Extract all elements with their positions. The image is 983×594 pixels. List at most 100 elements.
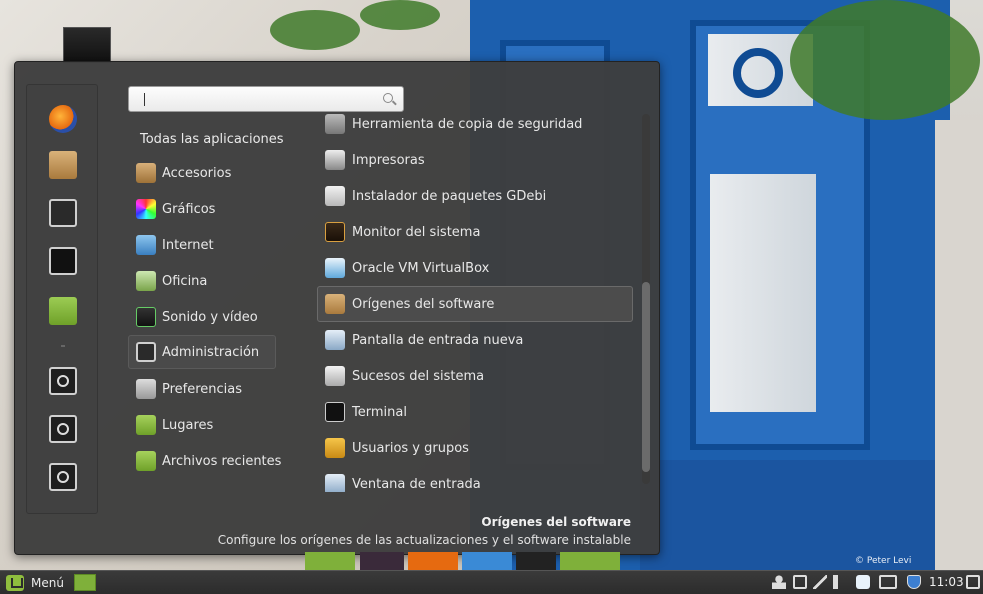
search-input[interactable] bbox=[135, 90, 375, 108]
wallpaper-leaves bbox=[360, 0, 440, 30]
app-list-scrollbar[interactable] bbox=[642, 114, 650, 484]
dropbox-icon[interactable] bbox=[856, 575, 870, 589]
app-label: Ventana de entrada bbox=[352, 476, 481, 492]
category-accessories[interactable]: Accesorios bbox=[128, 156, 276, 190]
graphics-icon bbox=[136, 199, 156, 219]
category-label: Administración bbox=[162, 344, 260, 360]
user-icon[interactable] bbox=[772, 575, 786, 589]
app-label: Pantalla de entrada nueva bbox=[352, 332, 524, 348]
app-users-groups[interactable]: Usuarios y grupos bbox=[317, 430, 633, 466]
category-label: Accesorios bbox=[162, 165, 232, 181]
taskbar-window-thumb[interactable] bbox=[360, 552, 404, 570]
app-label: Instalador de paquetes GDebi bbox=[352, 188, 547, 204]
category-administration[interactable]: Administración bbox=[128, 335, 276, 369]
wallpaper-right-wall bbox=[935, 120, 983, 570]
application-menu: Todas las aplicaciones Accesorios Gráfic… bbox=[14, 61, 660, 555]
category-office[interactable]: Oficina bbox=[128, 264, 276, 298]
software-manager-icon[interactable] bbox=[49, 151, 77, 179]
favorites-separator bbox=[61, 345, 65, 347]
menu-button[interactable]: Menú bbox=[2, 572, 68, 594]
app-label: Orígenes del software bbox=[352, 296, 495, 312]
display-icon[interactable] bbox=[879, 575, 897, 589]
system-monitor-icon bbox=[325, 222, 345, 242]
menu-button-label: Menú bbox=[31, 576, 64, 590]
login-screen-icon bbox=[325, 330, 345, 350]
wallpaper-door-window-bottom bbox=[710, 174, 816, 412]
software-sources-icon bbox=[325, 294, 345, 314]
category-preferences[interactable]: Preferencias bbox=[128, 372, 276, 406]
category-label: Sonido y vídeo bbox=[162, 309, 258, 325]
show-desktop-button[interactable] bbox=[74, 574, 96, 591]
internet-icon bbox=[136, 235, 156, 255]
printer-icon bbox=[325, 150, 345, 170]
system-log-icon bbox=[325, 366, 345, 386]
app-label: Herramienta de copia de seguridad bbox=[352, 116, 583, 132]
logout-icon[interactable] bbox=[49, 415, 77, 443]
taskbar-window-thumb[interactable] bbox=[462, 552, 512, 570]
app-system-log[interactable]: Sucesos del sistema bbox=[317, 358, 633, 394]
app-system-monitor[interactable]: Monitor del sistema bbox=[317, 214, 633, 250]
lock-screen-icon[interactable] bbox=[49, 367, 77, 395]
app-gdebi[interactable]: Instalador de paquetes GDebi bbox=[317, 178, 633, 214]
update-manager-icon[interactable] bbox=[793, 575, 807, 589]
sound-video-icon bbox=[136, 307, 156, 327]
administration-icon bbox=[136, 342, 156, 362]
virtualbox-icon bbox=[325, 258, 345, 278]
folder-icon bbox=[136, 415, 156, 435]
app-new-login-screen[interactable]: Pantalla de entrada nueva bbox=[317, 322, 633, 358]
app-printers[interactable]: Impresoras bbox=[317, 142, 633, 178]
shield-icon[interactable] bbox=[907, 575, 921, 589]
app-terminal[interactable]: Terminal bbox=[317, 394, 633, 430]
category-label: Archivos recientes bbox=[162, 453, 282, 469]
shutdown-icon[interactable] bbox=[49, 463, 77, 491]
app-label: Usuarios y grupos bbox=[352, 440, 469, 456]
terminal-icon[interactable] bbox=[49, 247, 77, 275]
taskbar-window-thumb[interactable] bbox=[560, 552, 620, 570]
firefox-icon[interactable] bbox=[49, 105, 77, 133]
category-graphics[interactable]: Gráficos bbox=[128, 192, 276, 226]
backup-icon bbox=[325, 114, 345, 134]
category-label: Preferencias bbox=[162, 381, 243, 397]
volume-icon[interactable] bbox=[833, 575, 847, 589]
all-applications-category[interactable]: Todas las aplicaciones bbox=[140, 132, 284, 147]
wallpaper-leaves bbox=[790, 0, 980, 120]
category-label: Internet bbox=[162, 237, 214, 253]
mint-logo-icon bbox=[6, 575, 24, 591]
application-list: Herramienta de copia de seguridad Impres… bbox=[317, 112, 633, 492]
app-label: Sucesos del sistema bbox=[352, 368, 485, 384]
network-icon[interactable] bbox=[966, 575, 980, 589]
settings-icon[interactable] bbox=[49, 199, 77, 227]
login-window-icon bbox=[325, 474, 345, 492]
category-places[interactable]: Lugares bbox=[128, 408, 276, 442]
favorites-sidebar bbox=[26, 84, 98, 514]
clock[interactable]: 11:03 bbox=[929, 575, 964, 589]
accessories-icon bbox=[136, 163, 156, 183]
users-groups-icon bbox=[325, 438, 345, 458]
app-virtualbox[interactable]: Oracle VM VirtualBox bbox=[317, 250, 633, 286]
desktop-launcher-square[interactable] bbox=[63, 27, 111, 63]
app-login-window[interactable]: Ventana de entrada bbox=[317, 466, 633, 492]
category-label: Gráficos bbox=[162, 201, 216, 217]
scrollbar-thumb[interactable] bbox=[642, 282, 650, 472]
search-icon[interactable] bbox=[383, 93, 393, 103]
app-label: Terminal bbox=[352, 404, 407, 420]
category-recent-files[interactable]: Archivos recientes bbox=[128, 444, 281, 478]
files-icon[interactable] bbox=[49, 297, 77, 325]
taskbar-window-thumb[interactable] bbox=[516, 552, 556, 570]
search-box[interactable] bbox=[128, 86, 404, 112]
taskbar-window-thumb[interactable] bbox=[408, 552, 458, 570]
app-software-sources[interactable]: Orígenes del software bbox=[317, 286, 633, 322]
office-icon bbox=[136, 271, 156, 291]
category-internet[interactable]: Internet bbox=[128, 228, 276, 262]
taskbar-window-thumb[interactable] bbox=[305, 552, 355, 570]
preferences-icon bbox=[136, 379, 156, 399]
app-label: Oracle VM VirtualBox bbox=[352, 260, 490, 276]
pen-icon[interactable] bbox=[813, 575, 827, 589]
wallpaper-credit: © Peter Levi bbox=[855, 556, 912, 566]
text-caret bbox=[144, 93, 145, 106]
package-installer-icon bbox=[325, 186, 345, 206]
recent-files-icon bbox=[136, 451, 156, 471]
app-backup-tool[interactable]: Herramienta de copia de seguridad bbox=[317, 112, 633, 142]
bottom-panel: Menú 11:03 bbox=[0, 570, 983, 594]
category-sound-video[interactable]: Sonido y vídeo bbox=[128, 300, 276, 334]
